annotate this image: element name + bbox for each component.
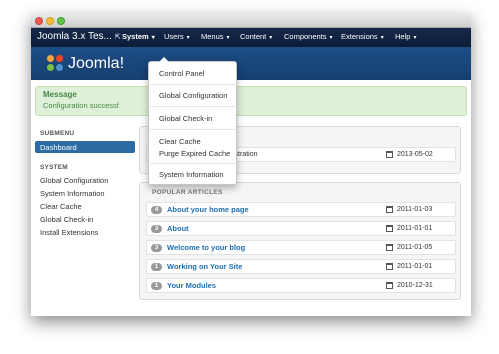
nav-menus-menu[interactable]: Menus ▾ [201,32,230,41]
nav-content-label: Content [240,32,267,41]
external-link-icon: ⇱ [114,34,121,41]
minimize-window-button[interactable] [46,17,54,25]
nav-help-label: Help [395,32,411,41]
submenu-heading: SUBMENU [40,130,75,137]
nav-extensions-menu[interactable]: Extensions ▾ [341,32,384,41]
screenshot-stage: Joomla 3.x Tes... ⇱ System ▾ Users ▾ Menus ▾… [0,0,499,354]
chevron-down-icon: ▾ [226,35,230,41]
article-link[interactable]: Working on Your Site [167,262,242,271]
window-titlebar [31,14,471,28]
admin-navbar: Joomla 3.x Tes... ⇱ System ▾ Users ▾ Menus ▾… [31,28,471,47]
list-item: 3 Welcome to your blog 2011-01-05 [146,240,456,255]
menu-divider [150,163,237,164]
row-date: 2011-01-03 [397,206,433,213]
row-date: 2011-01-01 [397,263,433,270]
hits-badge: 3 [151,244,162,252]
chevron-down-icon: ▾ [413,35,417,41]
nav-menus-label: Menus [201,32,224,41]
menu-divider [150,106,237,107]
sidebar-item-global-check-in[interactable]: Global Check-in [40,215,93,224]
article-link[interactable]: About [167,224,189,233]
nav-components-label: Components [284,32,327,41]
joomla-logo-text: Joomla! [68,55,125,72]
chevron-down-icon: ▾ [151,35,155,41]
menu-item-control-panel[interactable]: Control Panel [159,69,204,78]
article-link[interactable]: Your Modules [167,281,216,290]
nav-system-menu[interactable]: System ▾ [122,32,155,41]
hits-badge: 1 [151,282,162,290]
calendar-icon [386,244,393,251]
joomla-logo[interactable]: Joomla! [47,54,124,74]
nav-users-label: Users [164,32,184,41]
list-item: 4 About your home page 2011-01-03 [146,202,456,217]
browser-window: Joomla 3.x Tes... ⇱ System ▾ Users ▾ Menus ▾… [31,14,471,316]
close-window-button[interactable] [35,17,43,25]
row-date: 2011-01-05 [397,244,433,251]
row-date: 2010-12-31 [397,282,433,289]
calendar-icon [386,225,393,232]
popular-articles-panel: POPULAR ARTICLES 4 About your home page … [139,182,461,300]
sidebar-item-clear-cache[interactable]: Clear Cache [40,202,82,211]
system-message: Message Configuration successf [35,86,467,116]
calendar-icon [386,263,393,270]
nav-components-menu[interactable]: Components ▾ [284,32,333,41]
admin-header: Joomla! [31,47,471,80]
site-brand-label: Joomla 3.x Tes... [37,31,112,42]
sidebar-item-label: Dashboard [40,143,77,152]
menu-item-system-information[interactable]: System Information [159,170,224,179]
system-heading: SYSTEM [40,164,68,171]
chevron-down-icon: ▾ [329,35,333,41]
panel-title: POPULAR ARTICLES [152,189,223,196]
list-item: 1 Your Modules 2010-12-31 [146,278,456,293]
menu-item-clear-cache[interactable]: Clear Cache [159,137,201,146]
sidebar-item-system-information[interactable]: System Information [40,189,105,198]
nav-content-menu[interactable]: Content ▾ [240,32,272,41]
menu-item-purge-expired-cache[interactable]: Purge Expired Cache [159,149,230,158]
chevron-down-icon: ▾ [380,35,384,41]
zoom-window-button[interactable] [57,17,65,25]
nav-users-menu[interactable]: Users ▾ [164,32,190,41]
chevron-down-icon: ▾ [269,35,273,41]
sidebar-item-install-extensions[interactable]: Install Extensions [40,228,98,237]
system-dropdown-menu: Control Panel Global Configuration Globa… [148,57,237,185]
list-item: 3 About 2011-01-01 [146,221,456,236]
menu-divider [150,129,237,130]
calendar-icon [386,282,393,289]
menu-item-global-configuration[interactable]: Global Configuration [159,91,227,100]
sidebar-item-global-configuration[interactable]: Global Configuration [40,176,108,185]
site-brand-link[interactable]: Joomla 3.x Tes... ⇱ [37,31,121,42]
list-item: 1 Working on Your Site 2011-01-01 [146,259,456,274]
article-link[interactable]: Welcome to your blog [167,243,245,252]
chevron-down-icon: ▾ [186,35,190,41]
hits-badge: 3 [151,225,162,233]
message-title: Message [43,90,77,99]
article-link[interactable]: About your home page [167,205,249,214]
nav-system-label: System [122,32,149,41]
joomla-logo-icon [47,55,65,73]
hits-badge: 4 [151,206,162,214]
nav-extensions-label: Extensions [341,32,378,41]
row-date: 2013-05-02 [397,151,433,158]
sidebar-item-dashboard[interactable]: Dashboard [35,141,135,153]
calendar-icon [386,206,393,213]
calendar-icon [386,151,393,158]
hits-badge: 1 [151,263,162,271]
message-text: Configuration successf [43,101,119,110]
row-date: 2011-01-01 [397,225,433,232]
nav-help-menu[interactable]: Help ▾ [395,32,416,41]
menu-item-global-check-in[interactable]: Global Check-in [159,114,212,123]
dropdown-arrow [159,57,169,62]
menu-divider [150,84,237,85]
